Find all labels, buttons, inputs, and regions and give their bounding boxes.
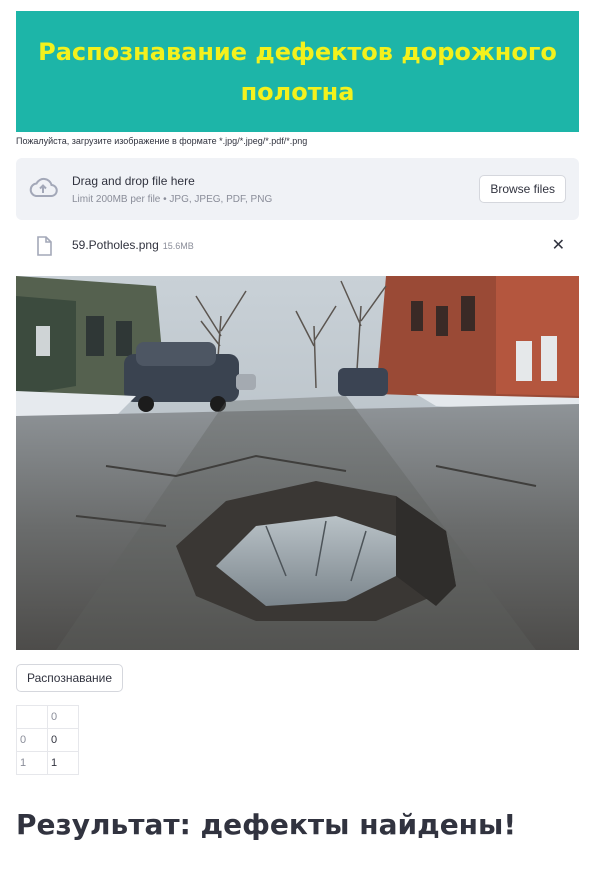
file-dropzone[interactable]: Drag and drop file here Limit 200MB per … [16, 158, 579, 220]
result-dataframe: 0 0 0 1 1 [16, 705, 79, 775]
table-row: 0 0 [16, 728, 79, 752]
table-row: 1 1 [16, 751, 79, 775]
app-header-banner: Распознавание дефектов дорожного полотна [16, 11, 579, 132]
table-header-cell [16, 705, 48, 729]
dropzone-limit: Limit 200MB per file • JPG, JPEG, PDF, P… [72, 194, 273, 205]
uploader-label: Пожалуйста, загрузите изображение в форм… [16, 136, 308, 146]
page-title: Распознавание дефектов дорожного полотна [38, 37, 557, 106]
table-header-row: 0 [16, 705, 79, 729]
table-header-cell: 0 [47, 705, 79, 729]
table-cell: 0 [47, 728, 79, 752]
cloud-upload-icon [28, 177, 58, 203]
close-icon[interactable]: ✕ [552, 235, 565, 255]
table-row-index: 1 [16, 751, 48, 775]
dropzone-title: Drag and drop file here [72, 174, 195, 188]
recognize-button[interactable]: Распознавание [16, 664, 124, 692]
uploaded-file-row: 59.Potholes.png 15.6MB ✕ [16, 232, 579, 260]
table-cell: 1 [47, 751, 79, 775]
file-icon [36, 236, 52, 260]
browse-files-button[interactable]: Browse files [479, 175, 566, 203]
dropzone-text: Drag and drop file here Limit 200MB per … [72, 174, 272, 205]
file-name-text: 59.Potholes.png [72, 238, 159, 252]
table-row-index: 0 [16, 728, 48, 752]
result-heading: Результат: дефекты найдены! [16, 808, 517, 841]
pothole-photo [16, 276, 579, 650]
file-name: 59.Potholes.png 15.6MB [72, 238, 194, 252]
file-size: 15.6MB [162, 241, 194, 251]
